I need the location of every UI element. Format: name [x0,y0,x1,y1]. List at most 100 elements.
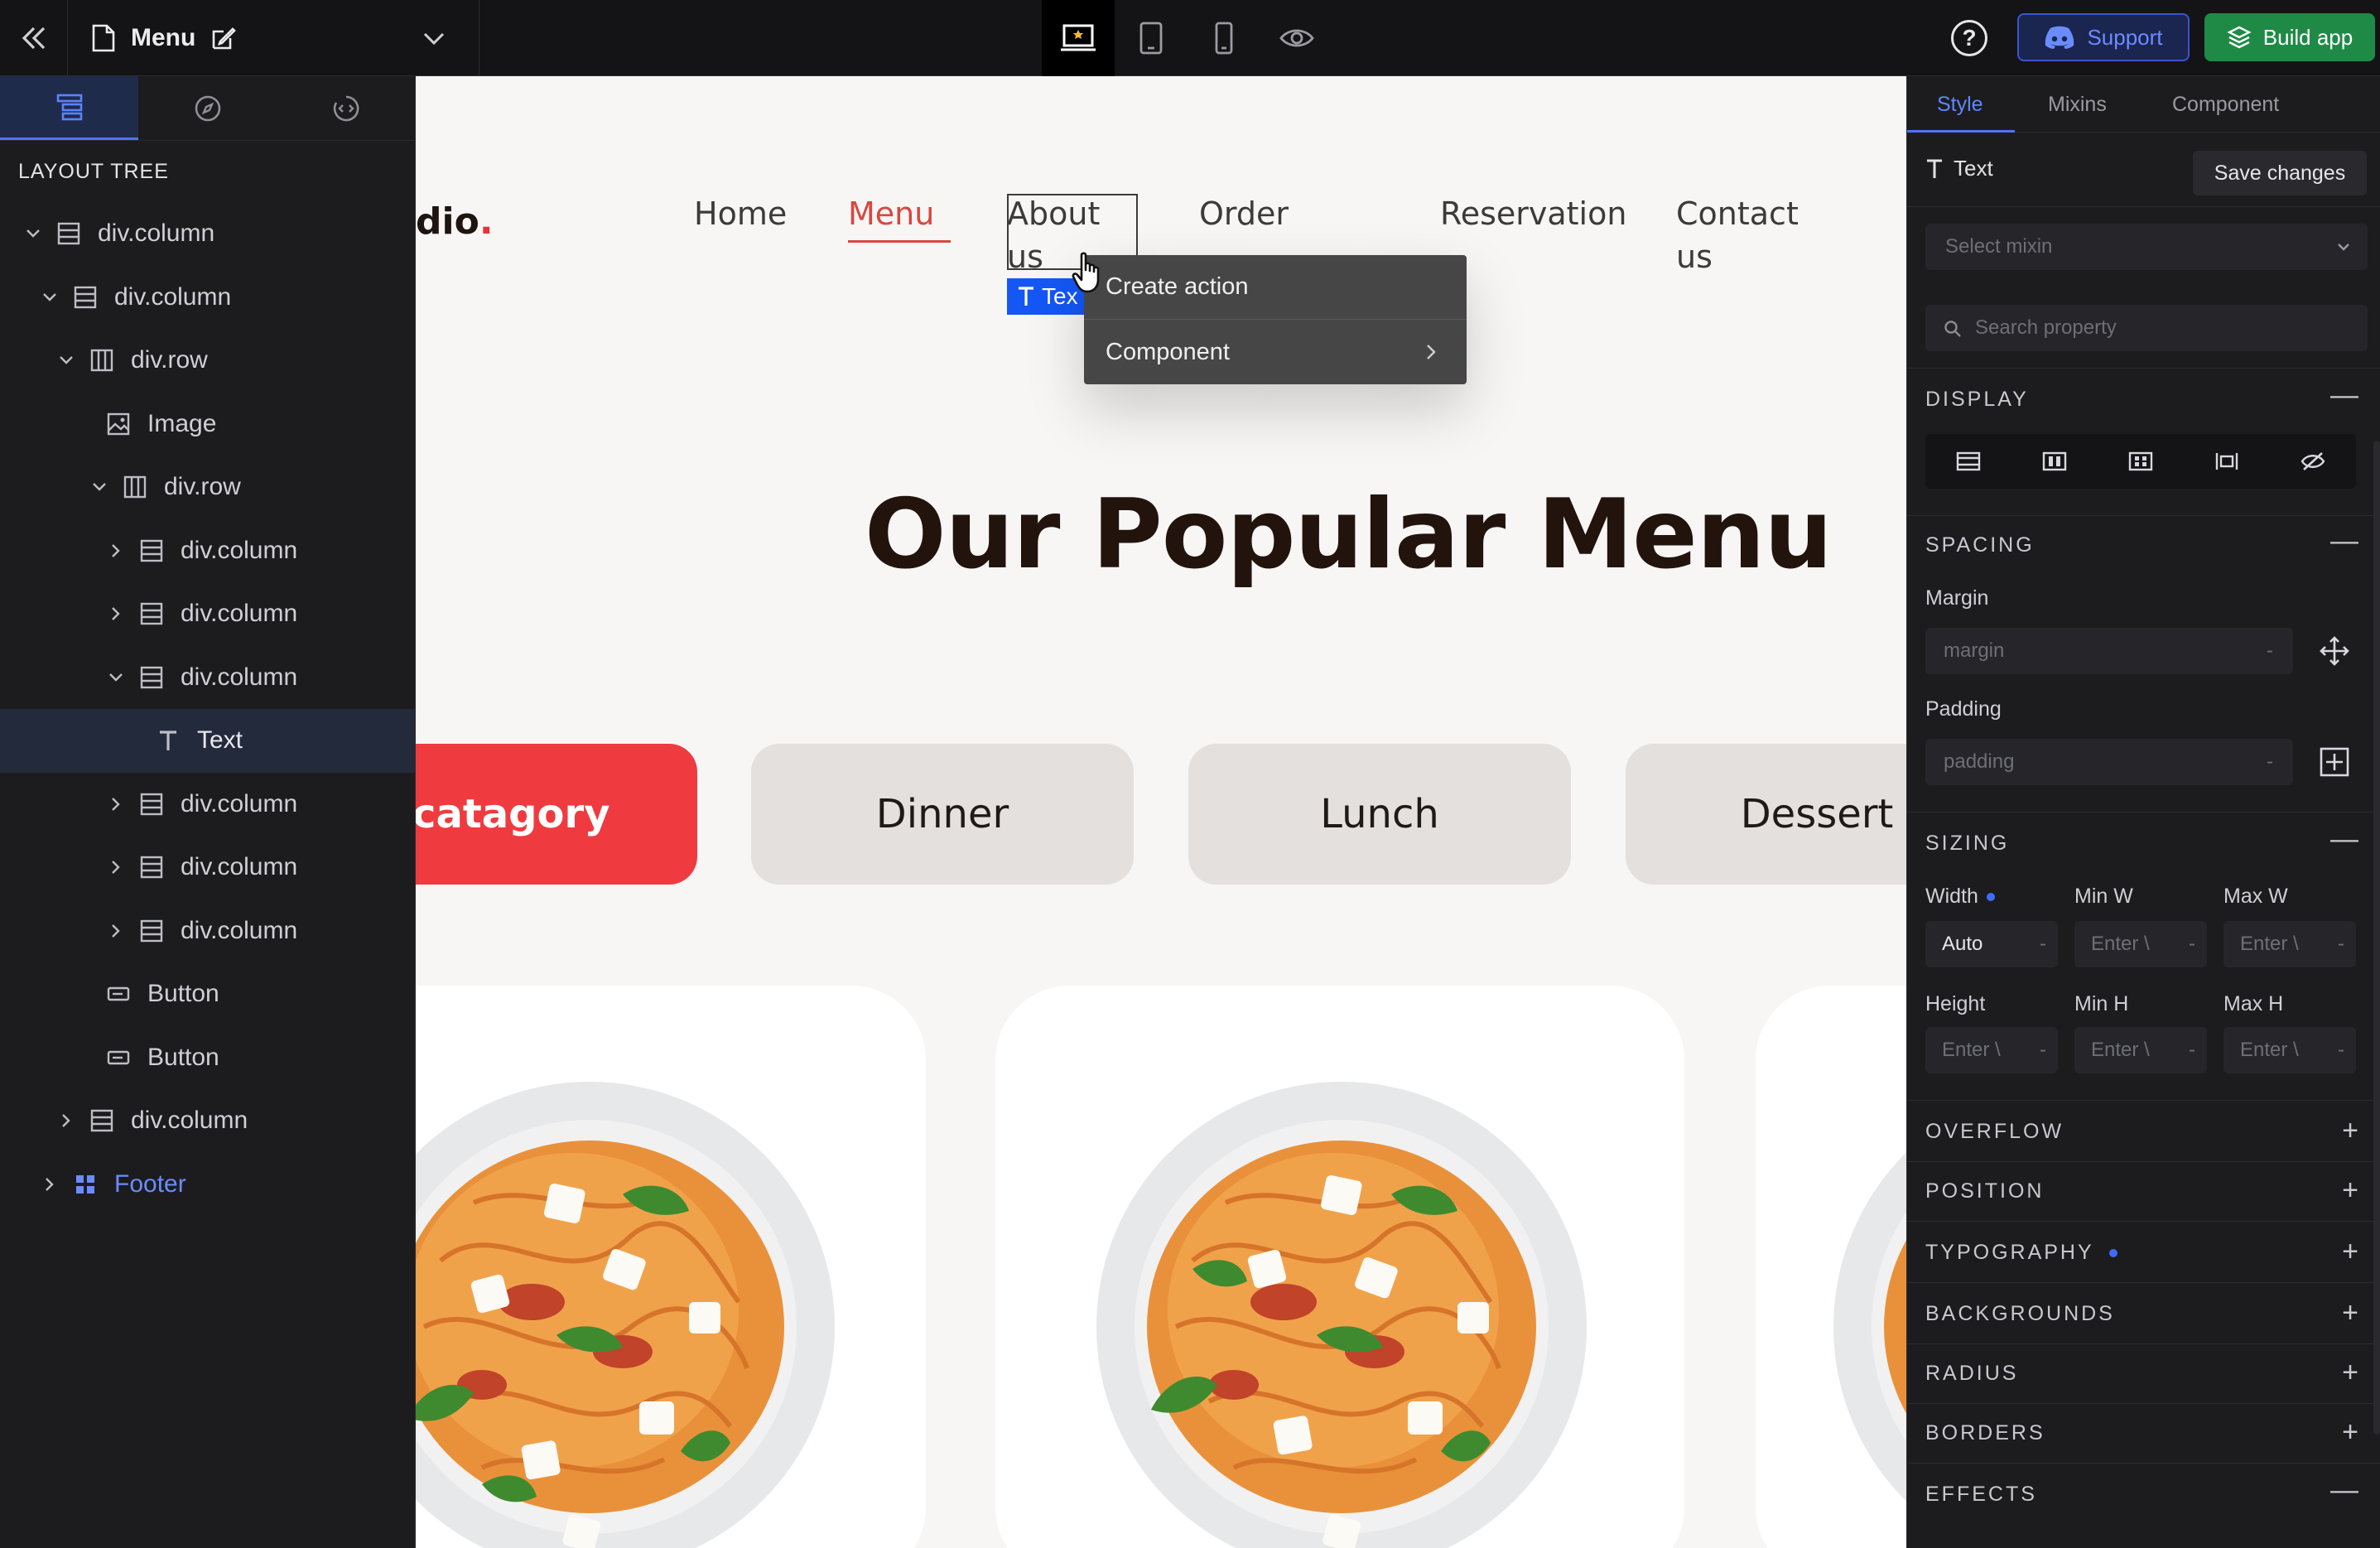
expand-icon[interactable]: + [2342,1176,2358,1204]
tree-node[interactable]: div.column [0,202,415,266]
expand-icon[interactable]: + [2342,1237,2358,1266]
category-tab-all[interactable]: catagory [416,744,697,885]
back-button[interactable] [0,0,68,76]
chevron-right-icon[interactable] [40,1174,60,1194]
max-width-input[interactable]: Enter \ - [2223,921,2356,967]
nav-menu[interactable]: Menu [848,192,934,235]
chevron-down-icon[interactable] [106,668,126,687]
display-grid-button[interactable] [2098,434,2184,489]
collapse-icon[interactable]: — [2330,1476,2358,1504]
tree-node[interactable]: div.column [0,836,415,899]
padding-box-icon[interactable] [2318,745,2351,779]
min-width-input[interactable]: Enter \ - [2074,921,2207,967]
chevron-down-icon[interactable] [56,350,76,370]
mobile-view-button[interactable] [1188,0,1260,76]
tab-code[interactable] [277,76,415,140]
section-sizing-title[interactable]: SIZING [1925,832,2009,856]
menu-card-3[interactable] [1756,986,1906,1548]
menu-card-1[interactable] [416,986,926,1548]
section-borders-title[interactable]: BORDERS [1925,1421,2045,1445]
display-inline-button[interactable] [2184,434,2270,489]
tab-component[interactable]: Component [2172,93,2279,117]
tree-node[interactable]: Footer [0,1153,415,1217]
tree-node[interactable]: div.column [0,266,415,330]
min-height-input[interactable]: Enter \ - [2074,1027,2207,1073]
tree-node[interactable]: Text [0,709,415,773]
tree-node[interactable]: Image [0,393,415,456]
section-spacing-title[interactable]: SPACING [1925,533,2035,557]
section-display-title[interactable]: DISPLAY [1925,388,2029,412]
display-none-button[interactable] [2270,434,2356,489]
section-backgrounds-title[interactable]: BACKGROUNDS [1925,1302,2115,1326]
category-tab-dinner[interactable]: Dinner [751,744,1134,885]
chevron-right-icon[interactable] [106,794,126,814]
max-height-input[interactable]: Enter \ - [2223,1027,2356,1073]
section-typography-title[interactable]: TYPOGRAPHY [1925,1241,2117,1265]
tab-mixins[interactable]: Mixins [2048,93,2107,117]
tree-node[interactable]: div.column [0,519,415,583]
collapse-icon[interactable]: — [2330,825,2358,853]
tab-layout-tree[interactable] [0,76,138,140]
width-input[interactable]: Auto - [1925,921,2058,967]
category-tab-dessert[interactable]: Dessert [1626,744,1906,885]
help-button[interactable]: ? [1951,20,1987,56]
chevron-down-icon[interactable] [23,224,43,244]
chevron-right-icon[interactable] [106,857,126,877]
chevron-right-icon[interactable] [56,1111,76,1131]
save-changes-button[interactable]: Save changes [2193,151,2367,195]
section-position-title[interactable]: POSITION [1925,1179,2044,1203]
desktop-view-button[interactable] [1042,0,1115,76]
display-block-button[interactable] [1925,434,2011,489]
tree-node-label: div.column [181,789,298,817]
margin-move-icon[interactable] [2318,634,2351,668]
search-property-input[interactable]: Search property [1925,305,2368,351]
collapse-icon[interactable]: — [2330,527,2358,555]
tree-node[interactable]: Button [0,962,415,1026]
tree-node[interactable]: div.row [0,329,415,393]
chevron-right-icon[interactable] [106,541,126,561]
tab-style[interactable]: Style [1937,93,1983,117]
expand-icon[interactable]: + [2342,1418,2358,1446]
section-radius-title[interactable]: RADIUS [1925,1362,2018,1386]
context-component[interactable]: Component [1084,320,1467,384]
nav-reservation[interactable]: Reservation [1440,192,1626,235]
collapse-icon[interactable]: — [2330,381,2358,409]
expand-icon[interactable]: + [2342,1358,2358,1386]
padding-input[interactable]: padding - [1925,739,2293,785]
expand-icon[interactable]: + [2342,1116,2358,1145]
display-flex-button[interactable] [2011,434,2098,489]
support-button[interactable]: Support [2017,13,2190,61]
tree-node[interactable]: div.column [0,646,415,710]
chevron-down-icon[interactable] [89,477,109,497]
margin-input[interactable]: margin - [1925,628,2293,674]
chevron-right-icon[interactable] [106,921,126,941]
tab-navigator[interactable] [138,76,277,140]
tablet-view-button[interactable] [1115,0,1188,76]
expand-icon[interactable]: + [2342,1299,2358,1327]
style-panel-scrollbar[interactable] [2373,441,2380,1435]
section-overflow-title[interactable]: OVERFLOW [1925,1120,2064,1144]
category-tab-lunch[interactable]: Lunch [1188,744,1571,885]
design-canvas[interactable]: dio. Home Menu About us Order Reservatio… [416,76,1906,1548]
menu-card-2[interactable] [995,986,1684,1548]
tree-node[interactable]: div.row [0,456,415,519]
nav-home[interactable]: Home [694,192,787,235]
context-create-action[interactable]: Create action [1084,255,1467,320]
chevron-down-icon[interactable] [40,287,60,307]
preview-button[interactable] [1260,0,1333,76]
tree-node[interactable]: Button [0,1026,415,1090]
edit-icon[interactable] [210,25,237,51]
tree-node[interactable]: div.column [0,1089,415,1153]
mixin-select[interactable]: Select mixin [1925,224,2368,270]
tree-node[interactable]: div.column [0,582,415,646]
nav-order[interactable]: Order [1199,192,1289,235]
page-dropdown-toggle[interactable] [421,0,447,76]
section-effects-title[interactable]: EFFECTS [1925,1483,2037,1507]
build-app-button[interactable]: Build app [2204,13,2375,61]
chevron-right-icon[interactable] [106,604,126,624]
tree-node[interactable]: div.column [0,899,415,963]
page-selector[interactable]: Menu [91,0,237,76]
tree-node[interactable]: div.column [0,773,415,837]
nav-contact[interactable]: Contact us [1676,192,1799,278]
height-input[interactable]: Enter \ - [1925,1027,2058,1073]
